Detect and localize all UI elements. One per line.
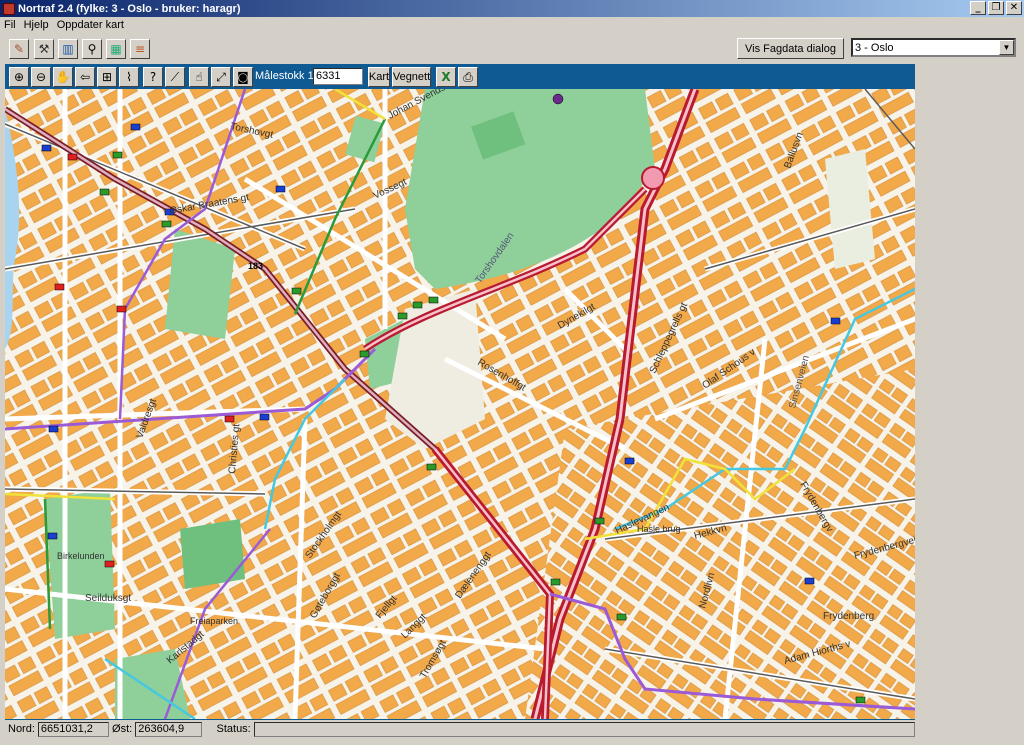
tools-icon[interactable]: ⚒ — [34, 39, 54, 59]
minimize-button[interactable]: _ — [970, 1, 986, 15]
counter-green — [616, 613, 627, 621]
counter-red — [67, 153, 78, 161]
title-bar: Nortraf 2.4 (fylke: 3 - Oslo - bruker: h… — [0, 0, 1024, 17]
counter-green — [99, 188, 110, 196]
kart-button[interactable]: Kart — [368, 67, 390, 87]
marker-purple — [552, 93, 564, 105]
counter-green — [594, 517, 605, 525]
counter-red — [224, 415, 235, 423]
counter-blue — [47, 532, 58, 540]
counter-blue — [130, 123, 141, 131]
menu-bar: Fil Hjelp Oppdater kart — [0, 17, 1024, 33]
road-number-label: 183 — [248, 261, 263, 271]
ost-label: Øst: — [112, 723, 133, 735]
counter-green — [412, 301, 423, 309]
roundabout — [641, 166, 665, 190]
vis-fagdata-button[interactable]: Vis Fagdata dialog — [737, 38, 844, 59]
map-chart-icon[interactable]: ▦ — [106, 39, 126, 59]
scale-input[interactable]: 6331 — [313, 68, 363, 85]
menu-oppdater-kart[interactable]: Oppdater kart — [53, 19, 128, 31]
status-label: Status: — [216, 723, 251, 735]
window-title: Nortraf 2.4 (fylke: 3 - Oslo - bruker: h… — [18, 2, 241, 15]
menu-fil[interactable]: Fil — [0, 19, 20, 31]
fylke-select[interactable]: 3 - Oslo ▼ — [851, 38, 1016, 57]
street-label: Frydenberg — [823, 611, 874, 622]
map-canvas[interactable]: Torshovgt Johan Svendsens gt Vossegt Osk… — [5, 89, 915, 719]
park-birkelunden — [45, 489, 115, 639]
zoom-out-icon[interactable]: ⊖ — [31, 67, 51, 87]
bar-chart-icon[interactable]: ▥ — [58, 39, 78, 59]
counter-green — [291, 287, 302, 295]
ost-value: 263604,9 — [135, 721, 202, 737]
app-icon — [3, 2, 15, 15]
pencil-icon[interactable]: ✎ — [9, 39, 29, 59]
counter-blue — [830, 317, 841, 325]
pan-hand-icon[interactable]: ✋ — [53, 67, 73, 87]
print-icon[interactable]: ⎙ — [458, 67, 478, 87]
counter-red — [116, 305, 127, 313]
measure-icon[interactable]: ⟋ — [165, 67, 185, 87]
menu-hjelp[interactable]: Hjelp — [20, 19, 53, 31]
nord-value: 6651031,2 — [37, 721, 110, 737]
street-label: Freiaparken — [190, 616, 238, 626]
sports-field — [180, 519, 245, 589]
scale-label: Målestokk 1: — [255, 70, 317, 82]
counter-red — [54, 283, 65, 291]
counter-green — [161, 220, 172, 228]
counter-red — [104, 560, 115, 568]
counter-green — [550, 578, 561, 586]
route-icon[interactable]: ⤢ — [211, 67, 231, 87]
counter-blue — [804, 577, 815, 585]
counter-green — [397, 312, 408, 320]
map-toolbar: ⊕ ⊖ ✋ ⇦ ⊞ ⌇ ? ⟋ ☝ ⤢ ◙ Målestokk 1: 6331 … — [5, 64, 915, 89]
status-bar: Nord: 6651031,2 Øst: 263604,9 Status: — [5, 720, 916, 738]
counter-green — [112, 151, 123, 159]
fylke-selected-value: 3 - Oslo — [855, 41, 894, 54]
binoculars-icon[interactable]: ⚲ — [82, 39, 102, 59]
counter-green — [428, 296, 439, 304]
counter-green — [855, 696, 866, 704]
excel-icon[interactable]: X — [436, 67, 456, 87]
zoom-in-icon[interactable]: ⊕ — [9, 67, 29, 87]
layers-icon[interactable]: ≡ — [130, 39, 150, 59]
full-extent-icon[interactable]: ⊞ — [97, 67, 117, 87]
chevron-down-icon[interactable]: ▼ — [999, 40, 1014, 55]
counter-blue — [259, 413, 270, 421]
restore-button[interactable]: ❐ — [988, 1, 1004, 15]
counter-blue — [275, 185, 286, 193]
street-label: Birkelunden — [57, 551, 105, 561]
street-label: Seilduksgt — [85, 593, 131, 604]
select-hand-icon[interactable]: ☝ — [189, 67, 209, 87]
draw-line-icon[interactable]: ⌇ — [119, 67, 139, 87]
street-label: Hasle brug — [637, 524, 681, 534]
nord-label: Nord: — [8, 723, 35, 735]
vegnett-button[interactable]: Vegnett — [392, 67, 431, 87]
back-arrow-icon[interactable]: ⇦ — [75, 67, 95, 87]
camera-icon[interactable]: ◙ — [233, 67, 253, 87]
close-button[interactable]: ✕ — [1006, 1, 1022, 15]
counter-blue — [624, 457, 635, 465]
status-value — [253, 721, 916, 737]
counter-green — [426, 463, 437, 471]
query-icon[interactable]: ? — [143, 67, 163, 87]
counter-blue — [48, 425, 59, 433]
counter-green — [359, 350, 370, 358]
counter-blue — [41, 144, 52, 152]
map-frame: ⊕ ⊖ ✋ ⇦ ⊞ ⌇ ? ⟋ ☝ ⤢ ◙ Målestokk 1: 6331 … — [5, 64, 915, 720]
